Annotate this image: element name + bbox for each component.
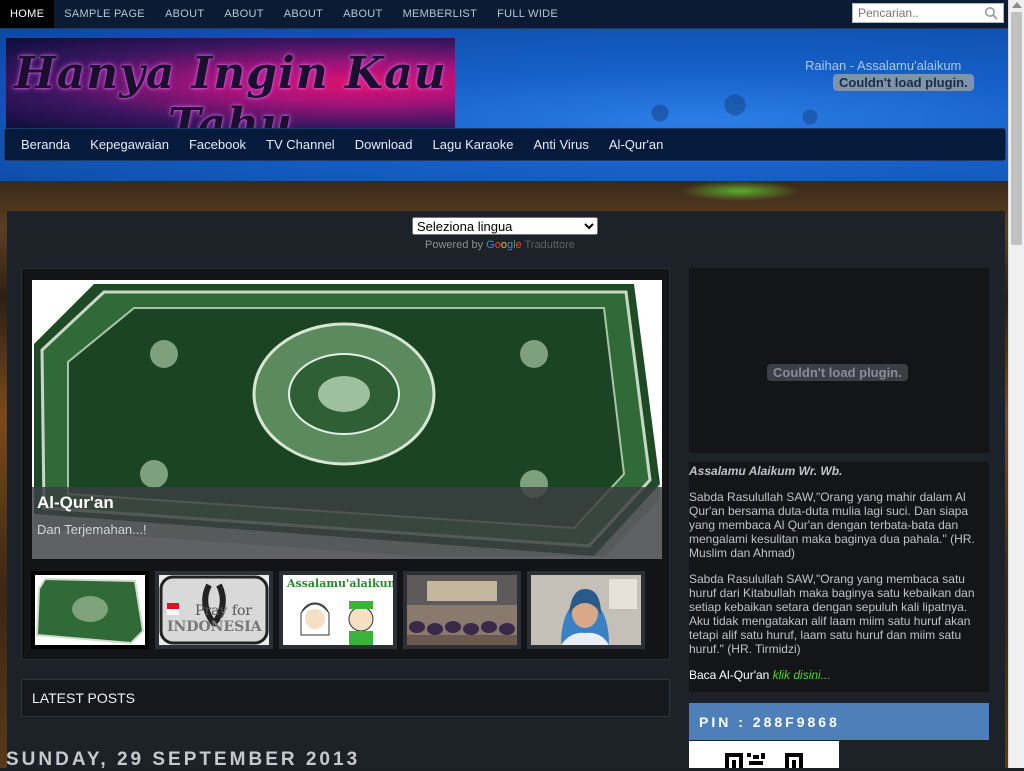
search-input[interactable] — [853, 4, 983, 22]
main-nav-item-al-quran[interactable]: Al-Qur'an — [599, 129, 674, 160]
main-nav-link[interactable]: Lagu Karaoke — [423, 129, 524, 160]
main-nav-item-tv-channel[interactable]: TV Channel — [256, 129, 345, 160]
header-greeting: Raihan - Assalamu'alaikum — [805, 58, 962, 73]
thumbnail-text: Pray for — [195, 603, 252, 619]
thumbnail-image — [35, 575, 145, 645]
top-nav-item-about[interactable]: ABOUT — [333, 0, 392, 28]
sidebar-hadith-2: Sabda Rasulullah SAW,"Orang yang membaca… — [689, 572, 975, 656]
header-decoration — [600, 89, 900, 129]
scroll-up-icon[interactable] — [1012, 2, 1022, 8]
top-nav-link[interactable]: ABOUT — [155, 0, 214, 28]
baca-link[interactable]: klik disini... — [773, 668, 831, 682]
pin-text: PIN : 288F9868 — [699, 714, 840, 730]
top-nav-link[interactable]: MEMBERLIST — [393, 0, 488, 28]
slider-thumbnails: Pray for INDONESIA Assalamu'alaikum — [31, 571, 645, 649]
slide-title[interactable]: Al-Qur'an — [37, 493, 114, 513]
main-nav-item-anti-virus[interactable]: Anti Virus — [523, 129, 598, 160]
thumbnail-portrait[interactable] — [527, 571, 645, 649]
bbm-pin-banner: PIN : 288F9868 — [689, 703, 989, 740]
top-navigation: HOME SAMPLE PAGE ABOUT ABOUT ABOUT ABOUT… — [0, 0, 1008, 29]
sidebar-plugin-widget: Couldn't load plugin. — [689, 268, 989, 453]
sidebar-baca: Baca Al-Qur'an klik disini... — [689, 668, 989, 682]
google-letter: e — [515, 239, 522, 251]
main-nav-link[interactable]: Anti Virus — [523, 129, 598, 160]
language-select[interactable]: Seleziona lingua — [412, 217, 598, 235]
main-nav-item-download[interactable]: Download — [345, 129, 423, 160]
search-icon[interactable] — [984, 6, 998, 20]
thumbnail-image — [407, 575, 517, 645]
thumbnail-text: Assalamu'alaikum — [286, 577, 393, 590]
top-nav-item-sample-page[interactable]: SAMPLE PAGE — [54, 0, 155, 28]
thumbnail-gathering[interactable] — [403, 571, 521, 649]
top-nav-item-full-wide[interactable]: FULL WIDE — [487, 0, 568, 28]
qr-code-image — [689, 741, 839, 768]
top-nav-link[interactable]: ABOUT — [214, 0, 273, 28]
sidebar-hadith-1: Sabda Rasulullah SAW,"Orang yang mahir d… — [689, 490, 975, 560]
top-nav-item-memberlist[interactable]: MEMBERLIST — [393, 0, 488, 28]
top-nav-link[interactable]: HOME — [0, 0, 55, 28]
slide-caption: Al-Qur'an Dan Terjemahan...! — [32, 487, 662, 559]
google-logo[interactable]: Google — [486, 239, 522, 251]
top-nav-link[interactable]: ABOUT — [274, 0, 333, 28]
slide-subtitle: Dan Terjemahan...! — [37, 522, 147, 537]
google-letter: G — [486, 239, 495, 251]
sidebar-text-widget: Assalamu Alaikum Wr. Wb. Sabda Rasululla… — [689, 462, 989, 692]
main-nav-item-facebook[interactable]: Facebook — [179, 129, 256, 160]
main-nav-item-beranda[interactable]: Beranda — [11, 129, 80, 160]
thumbnail-image: Assalamu'alaikum — [283, 575, 393, 645]
logo-text: Hanya Ingin Kau Tahu — [14, 48, 447, 130]
main-nav-link[interactable]: Beranda — [11, 129, 80, 160]
top-nav-link[interactable]: FULL WIDE — [487, 0, 568, 28]
scrollbar-thumb[interactable] — [1011, 12, 1022, 245]
sidebar-plugin-error: Couldn't load plugin. — [767, 364, 908, 381]
main-nav-list: Beranda Kepegawaian Facebook TV Channel … — [5, 129, 1005, 160]
top-nav-link[interactable]: ABOUT — [333, 0, 392, 28]
top-nav-link[interactable]: SAMPLE PAGE — [54, 0, 155, 28]
latest-posts-header: LATEST POSTS — [21, 679, 670, 717]
main-nav-link[interactable]: Al-Qur'an — [599, 129, 674, 160]
thumbnail-assalamualaikum[interactable]: Assalamu'alaikum — [279, 571, 397, 649]
main-nav-link[interactable]: Kepegawaian — [80, 129, 179, 160]
background-glow — [680, 181, 800, 201]
top-nav-item-about[interactable]: ABOUT — [155, 0, 214, 28]
site-logo[interactable]: Hanya Ingin Kau Tahu — [6, 38, 455, 130]
sidebar-heading: Assalamu Alaikum Wr. Wb. — [689, 464, 843, 478]
top-nav-item-home[interactable]: HOME — [0, 0, 55, 28]
traduttore-link[interactable]: Traduttore — [525, 239, 575, 251]
latest-posts-title: LATEST POSTS — [32, 690, 135, 706]
powered-by-google: Powered by Google Traduttore — [425, 239, 575, 251]
qr-code — [689, 741, 839, 768]
top-nav-item-about[interactable]: ABOUT — [214, 0, 273, 28]
main-nav-link[interactable]: Facebook — [179, 129, 256, 160]
thumbnail-image: Pray forINDONESIA — [159, 575, 269, 645]
header-plugin-error: Couldn't load plugin. — [833, 74, 974, 91]
main-nav-item-lagu-karaoke[interactable]: Lagu Karaoke — [423, 129, 524, 160]
search-box — [852, 3, 1004, 23]
thumbnail-quran[interactable] — [31, 571, 149, 649]
main-navigation: Beranda Kepegawaian Facebook TV Channel … — [4, 128, 1006, 161]
page-scrollbar[interactable] — [1008, 0, 1024, 768]
powered-label: Powered by — [425, 239, 484, 251]
main-nav-link[interactable]: Download — [345, 129, 423, 160]
thumbnail-text: INDONESIA — [167, 619, 263, 635]
main-nav-item-kepegawaian[interactable]: Kepegawaian — [80, 129, 179, 160]
top-nav-item-about[interactable]: ABOUT — [274, 0, 333, 28]
baca-label: Baca Al-Qur'an — [689, 668, 770, 682]
featured-slider: Al-Qur'an Dan Terjemahan...! Pray for IND… — [21, 268, 670, 660]
thumbnail-image — [531, 575, 641, 645]
main-nav-link[interactable]: TV Channel — [256, 129, 345, 160]
thumbnail-pray-for-indonesia[interactable]: Pray for INDONESIA — [155, 571, 273, 649]
